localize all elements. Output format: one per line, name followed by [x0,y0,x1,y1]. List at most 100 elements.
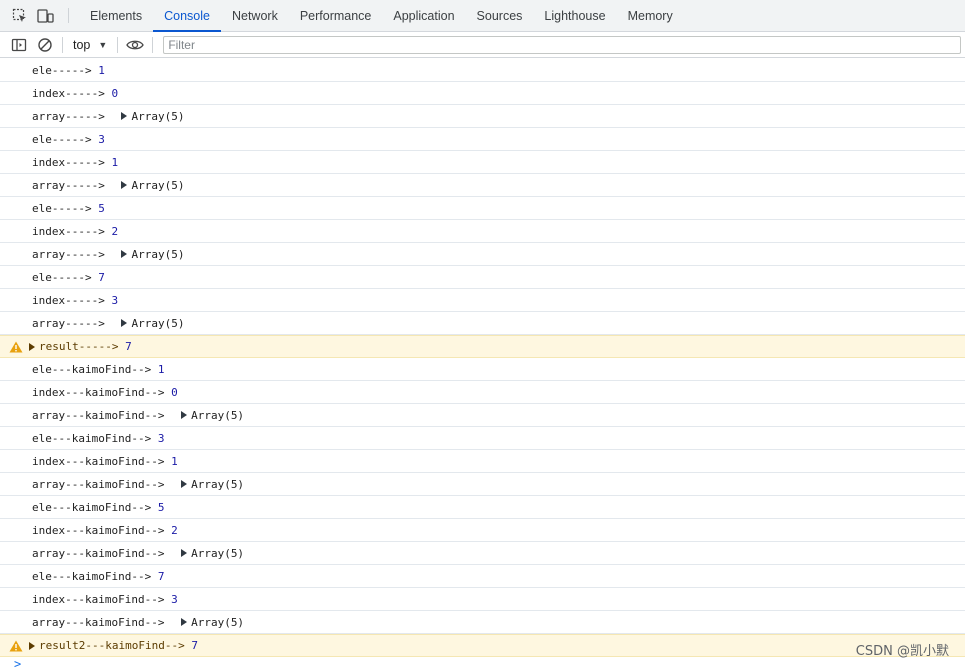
console-message: array---kaimoFind--> Array(5) [0,404,965,427]
tab-console[interactable]: Console [153,0,221,32]
expand-triangle-icon[interactable] [181,480,188,488]
log-value: 3 [111,293,119,307]
log-object[interactable]: Array(5) [191,478,244,491]
log-label: ele---kaimoFind--> [32,362,158,376]
log-label: index---kaimoFind--> [32,592,172,606]
log-label: array---kaimoFind--> [32,546,172,560]
log-object[interactable]: Array(5) [131,317,184,330]
log-label: ele---kaimoFind--> [32,500,158,514]
tab-application[interactable]: Application [382,0,465,31]
log-label: result-----> [39,340,126,353]
log-label: index-----> [32,293,112,307]
console-prompt[interactable]: > [0,657,965,671]
devtools-tab-bar: Elements Console Network Performance Applica… [0,0,965,32]
console-message: ele-----> 5 [0,197,965,220]
log-label: array---kaimoFind--> [32,477,172,491]
console-message: ele-----> 1 [0,59,965,82]
expand-triangle-icon[interactable] [181,411,188,419]
log-label: index-----> [32,86,112,100]
log-value: 5 [157,500,165,514]
toolbar-separator [117,36,119,53]
log-label: ele-----> [32,270,99,284]
log-object[interactable]: Array(5) [191,547,244,560]
console-message: index-----> 1 [0,151,965,174]
filter-input[interactable] [163,35,962,54]
expand-triangle-icon[interactable] [121,319,128,327]
log-label: index-----> [32,224,112,238]
tab-network[interactable]: Network [221,0,289,31]
console-message: index-----> 3 [0,289,965,312]
device-toolbar-icon[interactable] [34,0,58,31]
log-label: result2---kaimoFind--> [39,639,192,652]
eye-icon[interactable] [124,34,146,56]
console-toolbar: top ▼ [0,32,965,58]
expand-triangle-icon[interactable] [121,250,128,258]
log-label: array-----> [32,178,112,192]
console-message: array-----> Array(5) [0,105,965,128]
log-object[interactable]: Array(5) [131,248,184,261]
clear-console-icon[interactable] [34,34,56,56]
log-value: 0 [111,86,119,100]
sidebar-toggle-icon[interactable] [8,34,30,56]
log-value: 5 [98,201,105,215]
console-message: array-----> Array(5) [0,312,965,335]
log-label: index---kaimoFind--> [32,523,172,537]
tab-performance[interactable]: Performance [289,0,383,31]
expand-triangle-icon[interactable] [121,181,128,189]
log-label: index---kaimoFind--> [32,454,172,468]
expand-triangle-icon[interactable] [181,549,188,557]
log-value: 1 [111,155,119,169]
expand-triangle-icon[interactable] [121,112,128,120]
console-message: ele-----> 7 [0,266,965,289]
tab-memory[interactable]: Memory [617,0,684,31]
console-message: array---kaimoFind--> Array(5) [0,542,965,565]
console-message: ele---kaimoFind--> 7 [0,565,965,588]
log-value: 2 [171,523,178,537]
log-value: 0 [171,385,178,399]
console-message: index-----> 2 [0,220,965,243]
console-message: ele-----> 3 [0,128,965,151]
console-message: array---kaimoFind--> Array(5) [0,473,965,496]
log-object[interactable]: Array(5) [131,179,184,192]
log-object[interactable]: Array(5) [191,616,244,629]
expand-triangle-icon[interactable] [181,618,188,626]
log-object[interactable]: Array(5) [131,110,184,123]
context-label: top [73,37,91,52]
console-message: index---kaimoFind--> 2 [0,519,965,542]
log-label: index-----> [32,155,112,169]
log-value: 7 [98,270,105,284]
console-message: array---kaimoFind--> Array(5) [0,611,965,634]
tab-elements[interactable]: Elements [79,0,153,31]
log-label: array-----> [32,247,112,261]
tab-lighthouse[interactable]: Lighthouse [533,0,616,31]
console-message: array-----> Array(5) [0,243,965,266]
log-value: 1 [98,63,105,77]
watermark: CSDN @凯小默 [855,644,949,659]
log-label: index---kaimoFind--> [32,385,172,399]
console-warning-message: result-----> 7 [0,335,965,358]
expand-triangle-icon[interactable] [29,641,35,650]
warning-icon [9,640,23,651]
log-label: array-----> [32,109,112,123]
log-value: 3 [157,431,165,445]
log-object[interactable]: Array(5) [191,409,244,422]
log-label: ele---kaimoFind--> [32,431,158,445]
console-output: ele-----> 1 index-----> 0 array-----> Arra… [0,59,965,671]
log-value: 1 [157,362,165,376]
log-label: ele-----> [32,132,99,146]
console-message: array-----> Array(5) [0,174,965,197]
context-selector[interactable]: top ▼ [69,38,111,52]
log-value: 7 [157,569,165,583]
console-message: index---kaimoFind--> 3 [0,588,965,611]
log-label: array-----> [32,316,112,330]
warning-icon [9,341,23,352]
toolbar-separator [62,36,63,53]
log-label: ele-----> [32,201,99,215]
tab-sources[interactable]: Sources [466,0,534,31]
expand-triangle-icon[interactable] [29,342,35,351]
log-value: 7 [125,340,132,353]
inspect-element-icon[interactable] [8,0,32,31]
console-warning-message: result2---kaimoFind--> 7 [0,634,965,657]
console-message: ele---kaimoFind--> 3 [0,427,965,450]
console-message: ele---kaimoFind--> 5 [0,496,965,519]
